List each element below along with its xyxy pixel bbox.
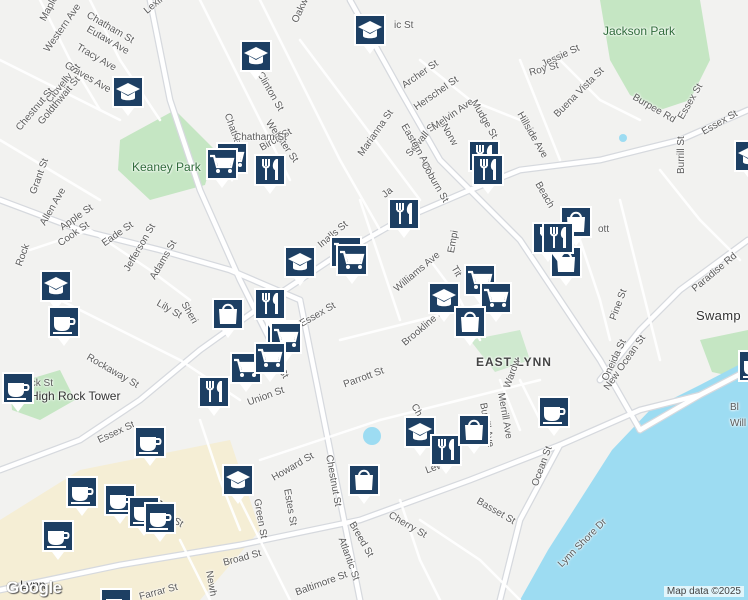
- cafe-marker[interactable]: [40, 518, 76, 562]
- grocery-marker[interactable]: [204, 146, 240, 190]
- school-marker[interactable]: [282, 244, 318, 288]
- cafe-marker[interactable]: [132, 424, 168, 468]
- cafe-marker[interactable]: [98, 586, 134, 600]
- grocery-marker[interactable]: [334, 242, 370, 286]
- shopping-marker[interactable]: [452, 304, 488, 348]
- cafe-marker[interactable]: [64, 474, 100, 518]
- street-label: ott: [598, 224, 610, 235]
- restaurant-marker[interactable]: [386, 196, 422, 240]
- park-label: Jackson Park: [603, 24, 676, 38]
- street-label: ic St: [394, 20, 414, 31]
- park-label: Keaney Park: [132, 160, 201, 174]
- grocery-marker[interactable]: [252, 340, 288, 384]
- restaurant-marker[interactable]: [470, 152, 506, 196]
- school-marker[interactable]: [238, 38, 274, 82]
- restaurant-marker[interactable]: [540, 220, 576, 264]
- big-label: Swamp: [696, 308, 741, 323]
- cafe-marker[interactable]: [142, 500, 178, 544]
- school-marker[interactable]: [220, 462, 256, 506]
- cafe-marker[interactable]: [0, 370, 36, 414]
- shopping-marker[interactable]: [210, 296, 246, 340]
- map-canvas[interactable]: Jackson Park Keaney Park High Rock Tower EA…: [0, 0, 748, 600]
- cafe-marker[interactable]: [736, 348, 748, 392]
- map-attribution[interactable]: Map data ©2025: [663, 586, 744, 597]
- cafe-marker[interactable]: [536, 394, 572, 438]
- street-label: Bl: [730, 402, 739, 413]
- place-label: High Rock Tower: [30, 389, 121, 403]
- restaurant-marker[interactable]: [196, 374, 232, 418]
- cafe-marker[interactable]: [46, 304, 82, 348]
- restaurant-marker[interactable]: [252, 152, 288, 196]
- google-logo[interactable]: Google: [6, 578, 62, 598]
- shopping-marker[interactable]: [456, 412, 492, 456]
- school-marker[interactable]: [352, 12, 388, 56]
- shopping-marker[interactable]: [346, 462, 382, 506]
- street-label: Burrill St: [676, 136, 687, 174]
- school-marker[interactable]: [110, 74, 146, 118]
- school-marker[interactable]: [732, 138, 748, 182]
- street-label: Will: [730, 418, 747, 429]
